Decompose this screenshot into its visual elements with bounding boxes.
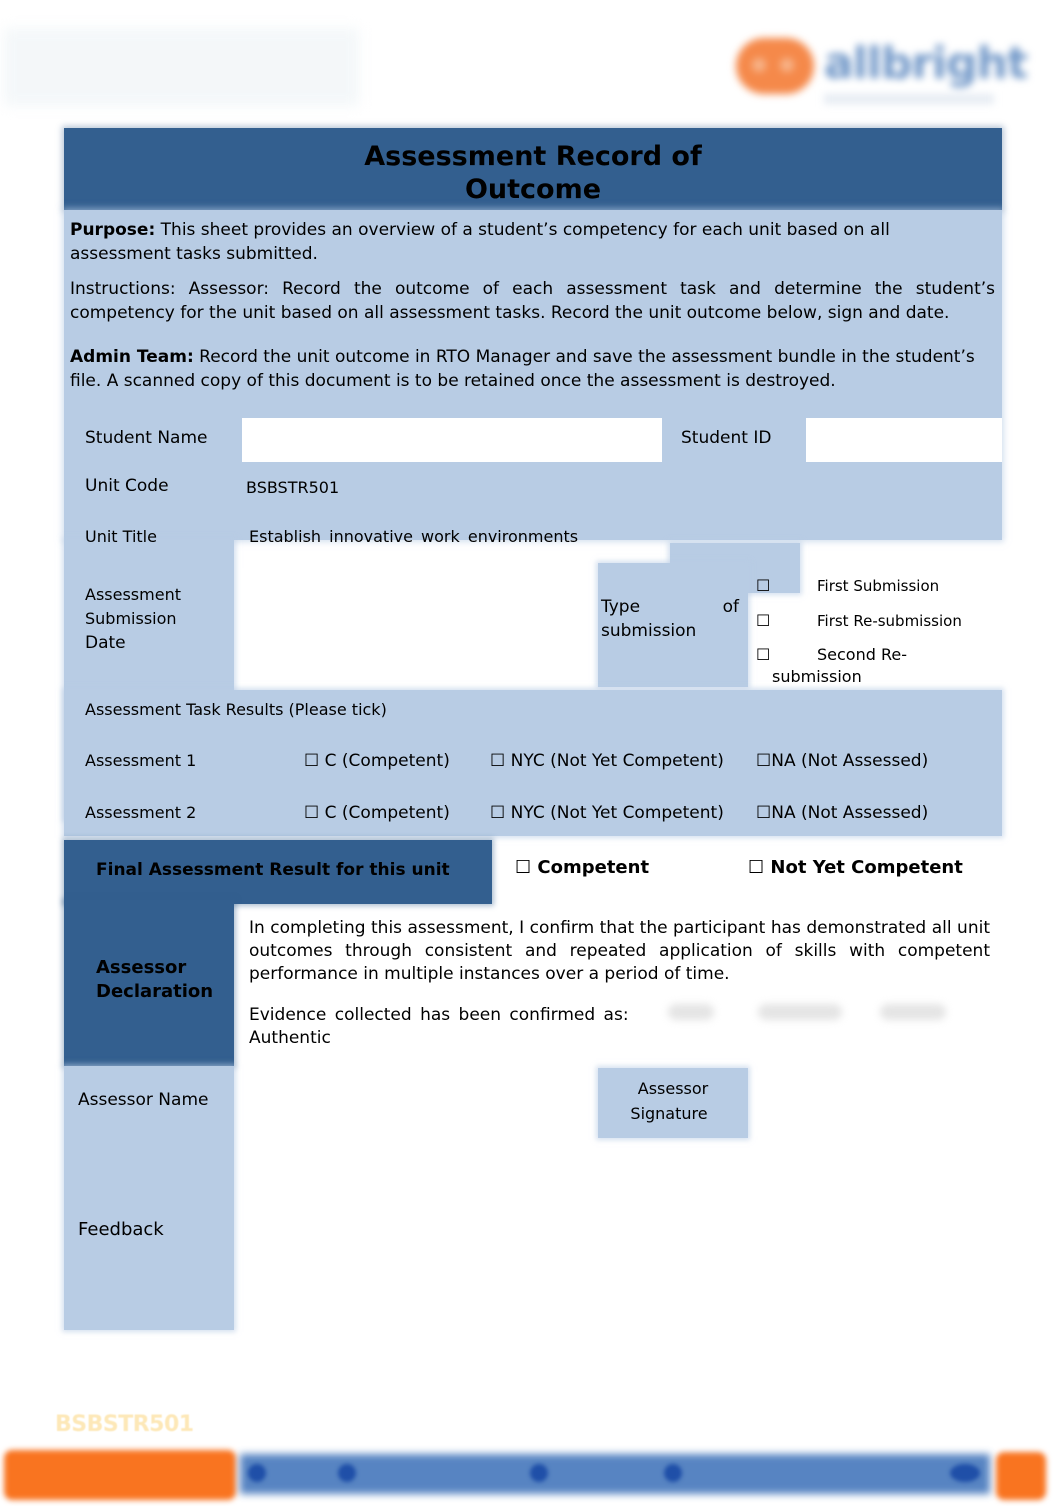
submission-type-option-label: First Re-submission [817,612,962,630]
checkbox-icon[interactable]: ☐ [756,576,770,595]
student-id-label: Student ID [681,428,772,448]
submission-type-option-label: First Submission [817,577,940,595]
purpose-label: Purpose: [70,220,156,240]
assessor-signature-label-line1: Assessor [637,1079,709,1098]
assessor-declaration-label-line2: Declaration [96,981,214,1002]
submission-type-option[interactable]: ☐ First Re-submission [756,609,962,633]
option-not-yet-competent[interactable]: ☐ NYC (Not Yet Competent) [490,749,724,773]
logo-text: allbright [824,38,1028,89]
student-name-label: Student Name [85,428,208,448]
footer-phone-icon [248,1464,266,1482]
submission-type-label-word1: Type [601,597,641,617]
submission-date-label-line1: Assessment [85,585,181,604]
evidence-option-blurred [880,1004,946,1020]
option-not-yet-competent[interactable]: ☐ NYC (Not Yet Competent) [490,801,724,825]
submission-type-label: Type of submission [601,595,739,643]
feedback-label: Feedback [78,1219,164,1240]
submission-type-option[interactable]: ☐ First Submission [756,574,939,598]
footer-orange-bar-left [4,1450,236,1500]
assessor-signature-field[interactable] [756,1072,996,1136]
evidence-option-blurred [758,1004,842,1020]
option-competent[interactable]: ☐ C (Competent) [304,801,450,825]
submission-date-field[interactable] [242,568,592,688]
unit-title-label: Unit Title [85,527,157,546]
purpose-paragraph: Purpose: This sheet provides an overview… [70,218,995,266]
admin-paragraph: Admin Team: Record the unit outcome in R… [70,345,995,393]
assessor-declaration-label: Assessor Declaration [96,956,213,1004]
logo-mark-icon [736,38,814,94]
assessor-signature-label-line2: Signature [630,1104,708,1123]
admin-label: Admin Team: [70,347,194,367]
company-logo: allbright [732,32,1028,112]
final-option-competent[interactable]: ☐ Competent [515,856,649,880]
submission-date-label-line3: Date [85,633,126,653]
student-name-field[interactable] [242,418,662,462]
unit-title-value: Establish innovative work environments [249,527,579,546]
footer-location-icon [664,1464,682,1482]
page-title-line1: Assessment Record of [364,141,702,172]
option-not-assessed[interactable]: ☐NA (Not Assessed) [756,801,928,825]
assessor-declaration-label-line1: Assessor [96,957,187,978]
evidence-option-blurred [668,1004,714,1020]
final-result-label: Final Assessment Result for this unit [96,860,450,880]
footer-email-icon [338,1464,356,1482]
submission-type-option-label: Second Re- [817,645,907,664]
purpose-text: This sheet provides an overview of a stu… [70,220,890,264]
footer-orange-bar-right [996,1452,1046,1500]
page-title: Assessment Record of Outcome [64,140,1002,206]
submission-date-label: Assessment Submission Date [85,583,181,655]
evidence-value: Authentic [249,1028,331,1048]
assessor-name-field[interactable] [244,1072,594,1136]
evidence-text: Evidence collected has been confirmed as… [249,1005,629,1025]
checkbox-icon[interactable]: ☐ [756,611,770,630]
assessor-name-label: Assessor Name [78,1090,209,1110]
unit-code-value: BSBSTR501 [246,478,340,497]
results-heading: Assessment Task Results (Please tick) [85,700,387,719]
logo-tagline [824,94,994,104]
footer-web-icon [530,1464,548,1482]
admin-text: Record the unit outcome in RTO Manager a… [70,347,975,391]
footer-unit-code: BSBSTR501 [55,1412,194,1437]
option-competent[interactable]: ☐ C (Competent) [304,749,450,773]
checkbox-icon[interactable]: ☐ [756,645,770,664]
submission-type-option-label-cont: submission [772,667,862,686]
unit-code-label: Unit Code [85,476,169,496]
submission-type-label-word2: submission [601,621,697,641]
page-number: 3 [1036,1418,1052,1443]
instructions-paragraph: Instructions: Assessor: Record the outco… [70,279,995,323]
option-not-assessed[interactable]: ☐NA (Not Assessed) [756,749,928,773]
declaration-text: In completing this assessment, I confirm… [249,918,990,984]
student-id-field[interactable] [806,418,1002,462]
results-row-label: Assessment 1 [85,751,197,770]
results-row-label: Assessment 2 [85,803,197,822]
final-option-not-yet-competent[interactable]: ☐ Not Yet Competent [748,856,963,880]
header-left-blurred-block [4,28,359,106]
page-title-line2: Outcome [464,174,602,205]
feedback-field[interactable] [244,1150,996,1326]
submission-date-label-line2: Submission [85,609,177,628]
submission-type-label-of: of [722,597,739,617]
footer-end-icon [950,1464,980,1482]
assessor-signature-label: Assessor Signature [598,1076,748,1126]
submission-type-option[interactable]: ☐ Second Re- submission [756,644,907,686]
